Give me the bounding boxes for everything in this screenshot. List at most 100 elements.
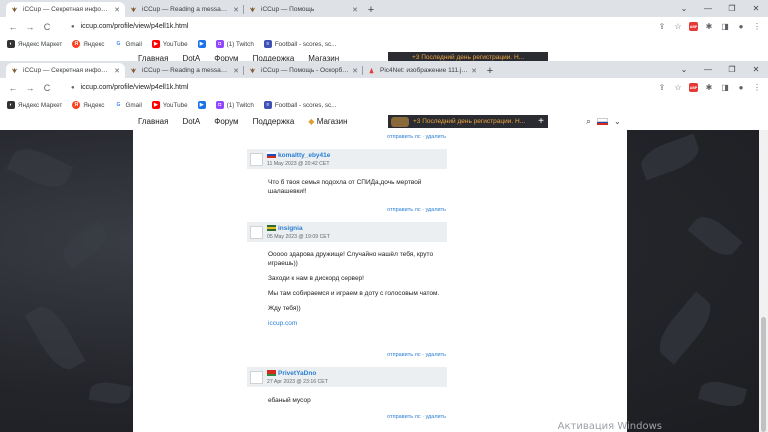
new-tab-button[interactable]: + xyxy=(482,63,498,78)
tab-label: iCCup — Помощь - Оскорблени xyxy=(261,67,350,74)
bookmark-yandex-market[interactable]: ◐ Яндекс Маркет xyxy=(7,40,62,48)
bookmark-yandex-market[interactable]: ◐ Яндекс Маркет xyxy=(7,101,62,109)
reload-button[interactable]: C xyxy=(40,83,54,93)
bookmark-youtube[interactable]: ▶ YouTube xyxy=(151,101,188,109)
menu-icon[interactable]: ⋮ xyxy=(752,83,762,93)
author-link[interactable]: PrivetYaDno xyxy=(278,370,316,377)
bookmark-tabs[interactable]: ▶ xyxy=(197,40,206,48)
delete-link[interactable]: удалить xyxy=(425,207,446,213)
restore-button[interactable]: ❐ xyxy=(720,65,744,74)
promo-plus-icon[interactable]: + xyxy=(538,116,544,127)
toolbar: ← → C ● iccup.com/profile/view/p4ell1k.h… xyxy=(0,78,768,97)
send-pm-link[interactable]: отправить лс xyxy=(387,134,420,140)
bookmark-youtube[interactable]: ▶ YouTube xyxy=(151,40,188,48)
address-bar[interactable]: ● iccup.com/profile/view/p4ell1k.html xyxy=(63,20,649,34)
reload-button[interactable]: C xyxy=(40,22,54,32)
nav-home[interactable]: Главная xyxy=(138,117,168,126)
send-pm-link[interactable]: отправить лс xyxy=(387,207,420,213)
close-button[interactable]: ✕ xyxy=(744,4,768,13)
tab-1[interactable]: iCCup — Секретная информация ✕ xyxy=(6,63,125,78)
google-icon: G xyxy=(114,40,123,48)
bookmark-football[interactable]: ≡ Football - scores, sc... xyxy=(263,40,336,48)
url-text: iccup.com/profile/view/p4ell1k.html xyxy=(80,84,189,91)
nav-dota[interactable]: DotA xyxy=(182,117,200,126)
comment-link[interactable]: iccup.com xyxy=(268,319,448,328)
extensions-icon[interactable]: ✱ xyxy=(704,22,714,32)
author-link[interactable]: komaltty_eby41e xyxy=(278,152,330,159)
scrollbar-thumb[interactable] xyxy=(761,317,766,432)
back-button[interactable]: ← xyxy=(6,83,20,93)
share-icon[interactable]: ⇪ xyxy=(657,83,667,93)
profile-icon[interactable]: ● xyxy=(736,22,746,32)
comment-actions: отправить лс · удалить xyxy=(387,414,446,420)
bookmark-gmail[interactable]: G Gmail xyxy=(114,101,142,109)
chevron-down-icon[interactable]: ⌄ xyxy=(672,4,696,13)
page-scrollbar[interactable] xyxy=(759,130,768,432)
side-panel-icon[interactable]: ◨ xyxy=(720,22,730,32)
restore-button[interactable]: ❐ xyxy=(720,4,744,13)
bookmark-tabs[interactable]: ▶ xyxy=(197,101,206,109)
close-icon[interactable]: ✕ xyxy=(233,6,239,14)
close-icon[interactable]: ✕ xyxy=(114,6,120,14)
bookmark-football[interactable]: ≡ Football - scores, sc... xyxy=(263,101,336,109)
profile-icon[interactable]: ● xyxy=(736,83,746,93)
star-icon[interactable]: ☆ xyxy=(673,22,683,32)
comment-text: Ооооо здарова дружище! Случайно нашёл те… xyxy=(268,251,434,267)
minimize-button[interactable]: — xyxy=(696,65,720,74)
menu-icon[interactable]: ⋮ xyxy=(752,22,762,32)
minimize-button[interactable]: — xyxy=(696,4,720,13)
tab-label: iCCup — Reading a message fro xyxy=(142,6,231,13)
forward-button[interactable]: → xyxy=(23,22,37,32)
tab-2[interactable]: iCCup — Reading a message fro ✕ xyxy=(125,2,244,17)
new-tab-button[interactable]: + xyxy=(363,2,379,17)
comment-header: komaltty_eby41e 11 May 2023 @ 20:42 CET xyxy=(247,149,447,169)
close-icon[interactable]: ✕ xyxy=(352,6,358,14)
window-controls: ⌄ — ❐ ✕ xyxy=(672,0,768,17)
bookmark-yandex[interactable]: Я Яндекс xyxy=(72,40,104,48)
adblock-icon[interactable]: ABP xyxy=(689,83,698,92)
back-button[interactable]: ← xyxy=(6,22,20,32)
close-button[interactable]: ✕ xyxy=(744,65,768,74)
close-icon[interactable]: ✕ xyxy=(352,67,358,75)
bookmark-yandex[interactable]: Я Яндекс xyxy=(72,101,104,109)
language-flag-icon[interactable] xyxy=(597,118,609,126)
nav-support[interactable]: Поддержка xyxy=(253,117,295,126)
iccup-favicon-icon xyxy=(249,6,256,13)
close-icon[interactable]: ✕ xyxy=(233,67,239,75)
lock-icon[interactable]: ● xyxy=(71,24,75,30)
delete-link[interactable]: удалить xyxy=(425,134,446,140)
extensions-icon[interactable]: ✱ xyxy=(704,83,714,93)
close-icon[interactable]: ✕ xyxy=(471,67,477,75)
bookmark-twitch[interactable]: ◘ (1) Twitch xyxy=(215,40,254,48)
close-icon[interactable]: ✕ xyxy=(114,67,120,75)
bookmark-gmail[interactable]: G Gmail xyxy=(114,40,142,48)
lock-icon[interactable]: ● xyxy=(71,85,75,91)
chevron-down-icon[interactable]: ⌄ xyxy=(614,117,621,126)
tab-2[interactable]: iCCup — Reading a message fro ✕ xyxy=(125,63,244,78)
send-pm-link[interactable]: отправить лс xyxy=(387,414,420,420)
avatar[interactable] xyxy=(250,225,263,239)
delete-link[interactable]: удалить xyxy=(425,352,446,358)
star-icon[interactable]: ☆ xyxy=(673,83,683,93)
chevron-down-icon[interactable]: ⌄ xyxy=(672,65,696,74)
promo-banner[interactable]: +3 Последний день регистрации. Н... + xyxy=(388,115,548,128)
tab-3[interactable]: iCCup — Помощь - Оскорблени ✕ xyxy=(244,63,363,78)
side-panel-icon[interactable]: ◨ xyxy=(720,83,730,93)
send-pm-link[interactable]: отправить лс xyxy=(387,352,420,358)
address-bar[interactable]: ● iccup.com/profile/view/p4ell1k.html xyxy=(63,81,649,95)
author-link[interactable]: insignia xyxy=(278,225,303,232)
avatar[interactable] xyxy=(250,370,263,384)
tab-3[interactable]: iCCup — Помощь ✕ xyxy=(244,2,363,17)
adblock-icon[interactable]: ABP xyxy=(689,22,698,31)
bookmark-twitch[interactable]: ◘ (1) Twitch xyxy=(215,101,254,109)
forward-button[interactable]: → xyxy=(23,83,37,93)
search-icon[interactable]: ⌕ xyxy=(586,116,591,127)
tab-4[interactable]: Pic4Net: изображение 111.jpg ✕ xyxy=(363,63,482,78)
delete-link[interactable]: удалить xyxy=(425,414,446,420)
avatar[interactable] xyxy=(250,152,263,166)
nav-shop[interactable]: ◆ Магазин xyxy=(308,117,347,126)
tab-1[interactable]: iCCup — Секретная информация ✕ xyxy=(6,2,125,17)
share-icon[interactable]: ⇪ xyxy=(657,22,667,32)
country-flag-icon xyxy=(267,225,276,231)
nav-forum[interactable]: Форум xyxy=(214,117,238,126)
